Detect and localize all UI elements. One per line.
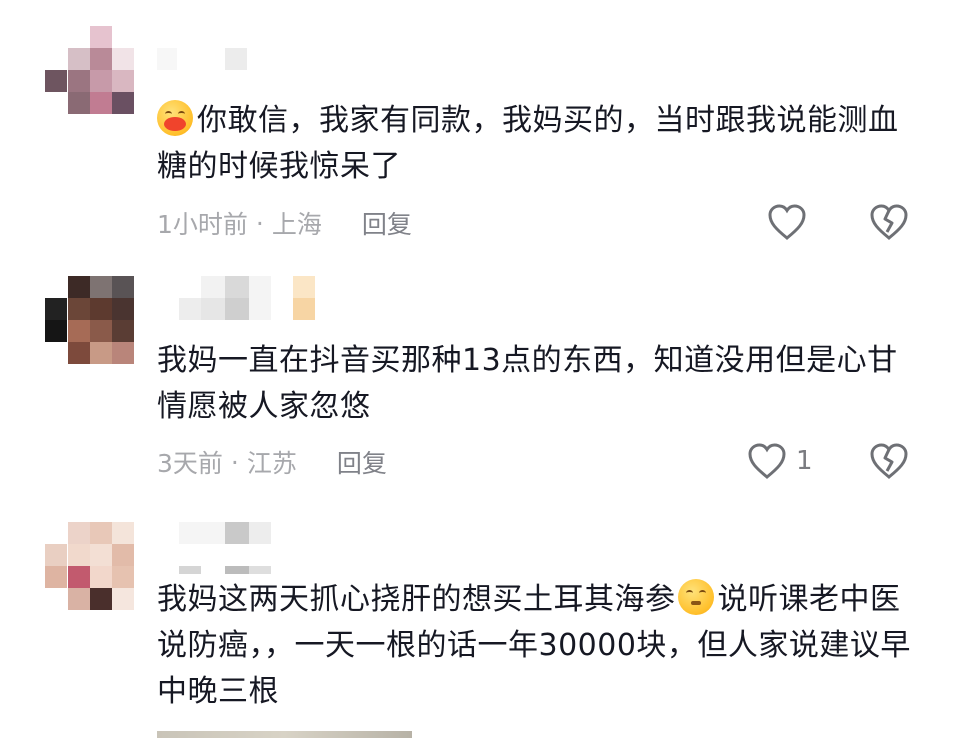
meta-separator: · [255,208,264,238]
dislike-button[interactable] [868,441,910,481]
unamused-face-icon [677,579,714,615]
broken-heart-icon [868,441,910,481]
avatar[interactable] [45,276,135,366]
reply-button[interactable]: 回复 [337,444,387,480]
dislike-button[interactable] [868,202,910,242]
comment-meta: 1小时前 · 上海 回复 [157,205,412,241]
like-count: 1 [796,446,813,476]
heart-outline-icon [766,202,808,242]
reply-button[interactable]: 回复 [362,205,412,241]
comment-location: 上海 [271,210,322,239]
like-button[interactable]: 1 [746,441,813,481]
avatar[interactable] [45,522,135,612]
comment-time: 1小时前 [157,210,248,239]
media-thumbnail-edge[interactable] [157,731,412,738]
comment-text: 我妈这两天抓心挠肝的想买土耳其海参 说听课老中医说防癌，，一天一根的话一年3000… [157,577,917,715]
meta-separator: · [230,447,239,477]
comment-location: 江苏 [246,449,297,478]
like-button[interactable] [766,202,814,242]
comment-time: 3天前 [157,449,223,478]
avatar[interactable] [45,26,135,116]
heart-outline-icon [746,441,788,481]
comment-meta: 3天前 · 江苏 回复 [157,444,387,480]
laughing-face-icon [157,100,193,136]
comment-text: 你敢信，我家有同款，我妈买的，当时跟我说能测血糖的时候我惊呆了 [157,98,917,190]
broken-heart-icon [868,202,910,242]
comment-text: 我妈一直在抖音买那种13点的东西，知道没用但是心甘情愿被人家忽悠 [157,343,898,424]
